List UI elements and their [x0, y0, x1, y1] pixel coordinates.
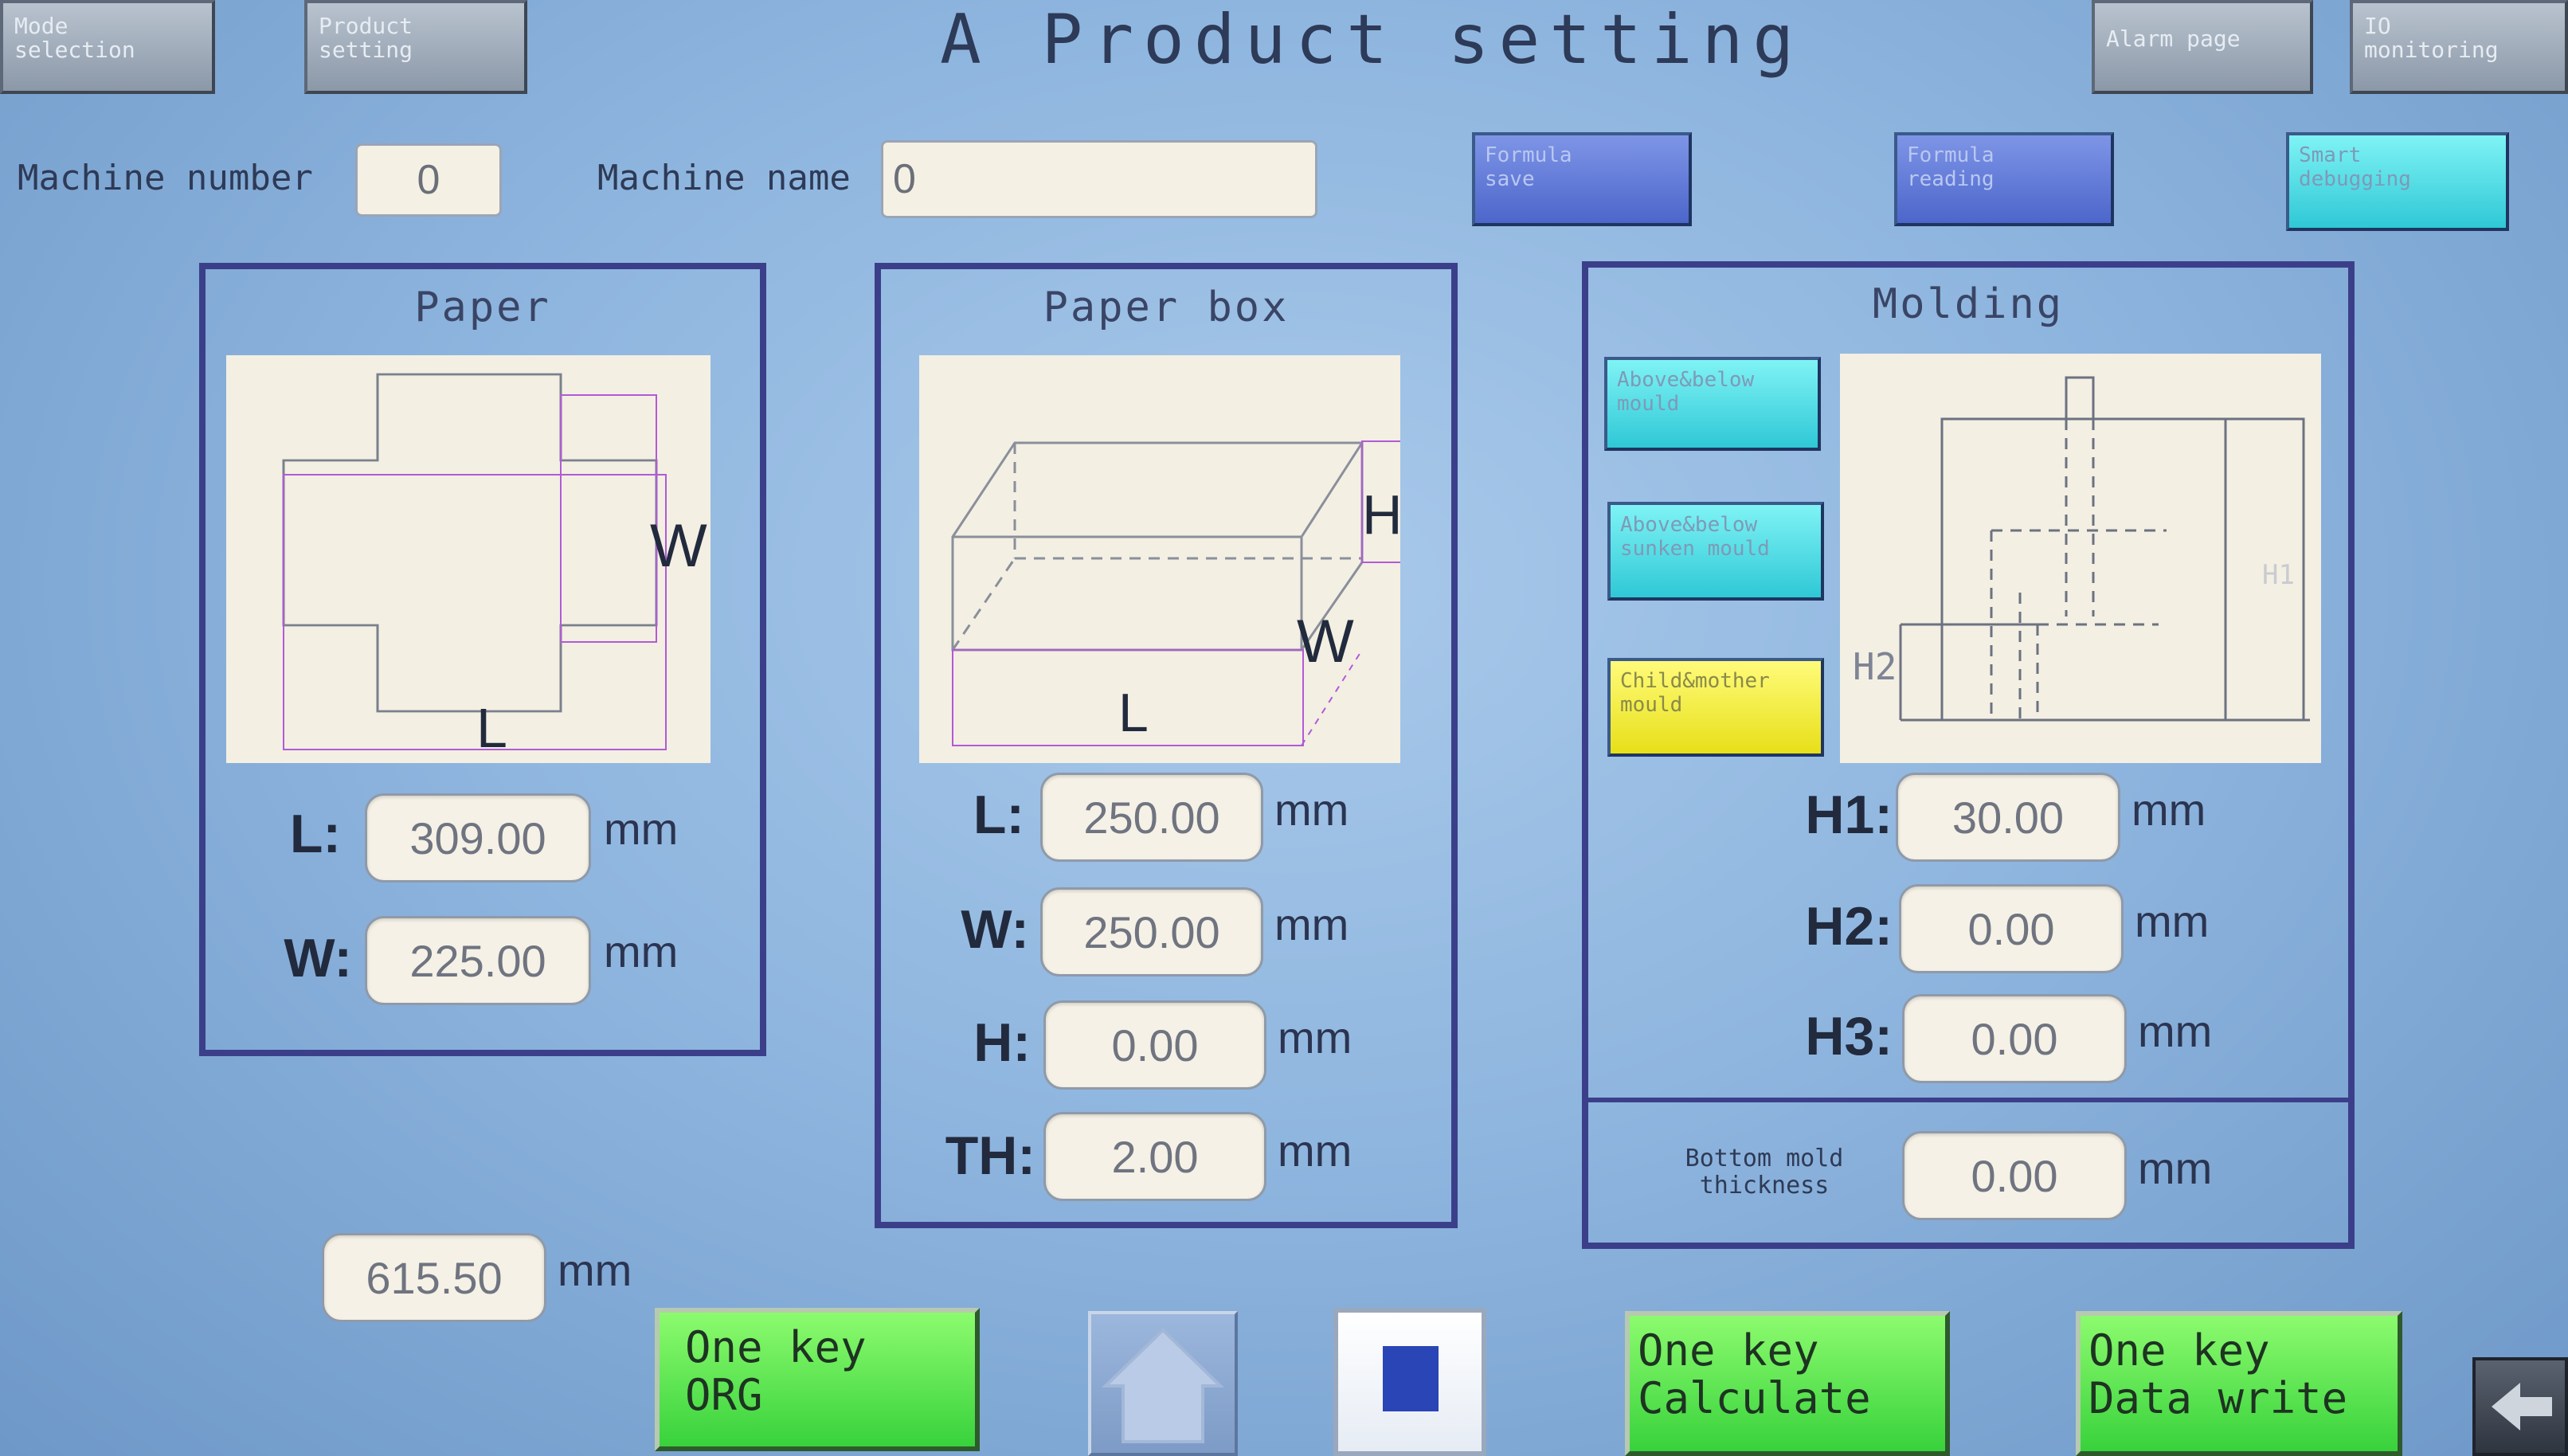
formula-save-button[interactable]: Formula save — [1472, 132, 1692, 226]
mould-child-mother-button[interactable]: Child&mother mould — [1607, 658, 1824, 757]
paper-box-panel-title: Paper box — [1043, 284, 1290, 331]
paper-diagram-w-label: W — [650, 512, 707, 580]
molding-panel-title: Molding — [1872, 280, 2065, 328]
box-h-input[interactable]: 0.00 — [1043, 1000, 1266, 1090]
product-setting-button[interactable]: Product setting — [304, 0, 527, 94]
mode-selection-button[interactable]: Mode selection — [0, 0, 215, 94]
paper-w-label: W: — [284, 928, 352, 988]
home-button[interactable] — [1088, 1311, 1238, 1456]
paper-w-input[interactable]: 225.00 — [365, 916, 591, 1005]
one-key-org-button[interactable]: One key ORG — [655, 1308, 980, 1451]
box-w-input[interactable]: 250.00 — [1040, 887, 1263, 977]
bottom-mold-thickness-input[interactable]: 0.00 — [1902, 1131, 2127, 1220]
h3-label: H3: — [1805, 1006, 1893, 1067]
bottom-mold-thickness-label: Bottom mold thickness — [1685, 1145, 1844, 1200]
back-button[interactable] — [2472, 1357, 2568, 1456]
io-monitoring-button[interactable]: IO monitoring — [2350, 0, 2568, 94]
machine-number-label: Machine number — [18, 158, 313, 198]
paper-diagram-l-label: L — [476, 697, 507, 759]
formula-reading-button[interactable]: Formula reading — [1894, 132, 2114, 226]
box-w-label: W: — [961, 899, 1029, 960]
smart-debugging-button[interactable]: Smart debugging — [2286, 132, 2509, 231]
mould-sunken-button[interactable]: Above&below sunken mould — [1607, 502, 1824, 601]
paper-box-diagram-h-label: H — [1362, 483, 1403, 546]
box-h-unit: mm — [1278, 1012, 1353, 1063]
box-l-input[interactable]: 250.00 — [1040, 773, 1263, 862]
alarm-page-button[interactable]: Alarm page — [2092, 0, 2313, 94]
one-key-calculate-button[interactable]: One key Calculate — [1625, 1311, 1950, 1456]
paper-l-unit: mm — [604, 804, 679, 854]
h1-input[interactable]: 30.00 — [1896, 773, 2120, 862]
paper-w-unit: mm — [604, 926, 679, 977]
paper-box-diagram-l-label: L — [1118, 683, 1149, 743]
total-length-unit: mm — [558, 1245, 632, 1295]
h1-unit: mm — [2132, 785, 2206, 835]
box-th-label: TH: — [945, 1125, 1035, 1186]
box-th-input[interactable]: 2.00 — [1043, 1112, 1266, 1201]
stop-icon — [1383, 1346, 1439, 1411]
h3-unit: mm — [2138, 1006, 2213, 1056]
paper-diagram: W L — [226, 355, 711, 763]
paper-panel-title: Paper — [414, 284, 551, 331]
molding-diagram: H1 H2 — [1840, 354, 2321, 763]
box-l-unit: mm — [1274, 785, 1349, 835]
molding-divider — [1588, 1098, 2348, 1102]
machine-name-input[interactable]: 0 — [881, 140, 1317, 218]
h1-label: H1: — [1805, 785, 1893, 845]
box-h-label: H: — [973, 1012, 1031, 1073]
one-key-data-write-button[interactable]: One key Data write — [2076, 1311, 2402, 1456]
molding-diagram-h2-label: H2 — [1853, 645, 1897, 688]
molding-diagram-h1-label: H1 — [2262, 559, 2295, 591]
total-length-input[interactable]: 615.50 — [322, 1233, 546, 1322]
paper-l-input[interactable]: 309.00 — [365, 793, 591, 883]
h2-input[interactable]: 0.00 — [1899, 884, 2124, 973]
paper-box-diagram-w-label: W — [1297, 608, 1354, 675]
h2-unit: mm — [2135, 896, 2210, 946]
paper-box-diagram: H W L — [919, 355, 1403, 763]
back-arrow-icon — [2492, 1383, 2552, 1431]
stop-button[interactable] — [1333, 1308, 1486, 1456]
h3-input[interactable]: 0.00 — [1902, 994, 2127, 1083]
page-title: A Product setting — [940, 0, 1804, 80]
box-w-unit: mm — [1274, 899, 1349, 949]
box-l-label: L: — [973, 785, 1024, 845]
box-th-unit: mm — [1278, 1125, 1353, 1176]
machine-number-input[interactable]: 0 — [355, 143, 502, 217]
machine-name-label: Machine name — [597, 158, 851, 198]
bottom-mold-thickness-unit: mm — [2138, 1143, 2213, 1193]
mould-above-below-button[interactable]: Above&below mould — [1604, 357, 1821, 451]
paper-l-label: L: — [289, 804, 341, 864]
h2-label: H2: — [1805, 896, 1893, 957]
home-icon — [1102, 1328, 1224, 1443]
